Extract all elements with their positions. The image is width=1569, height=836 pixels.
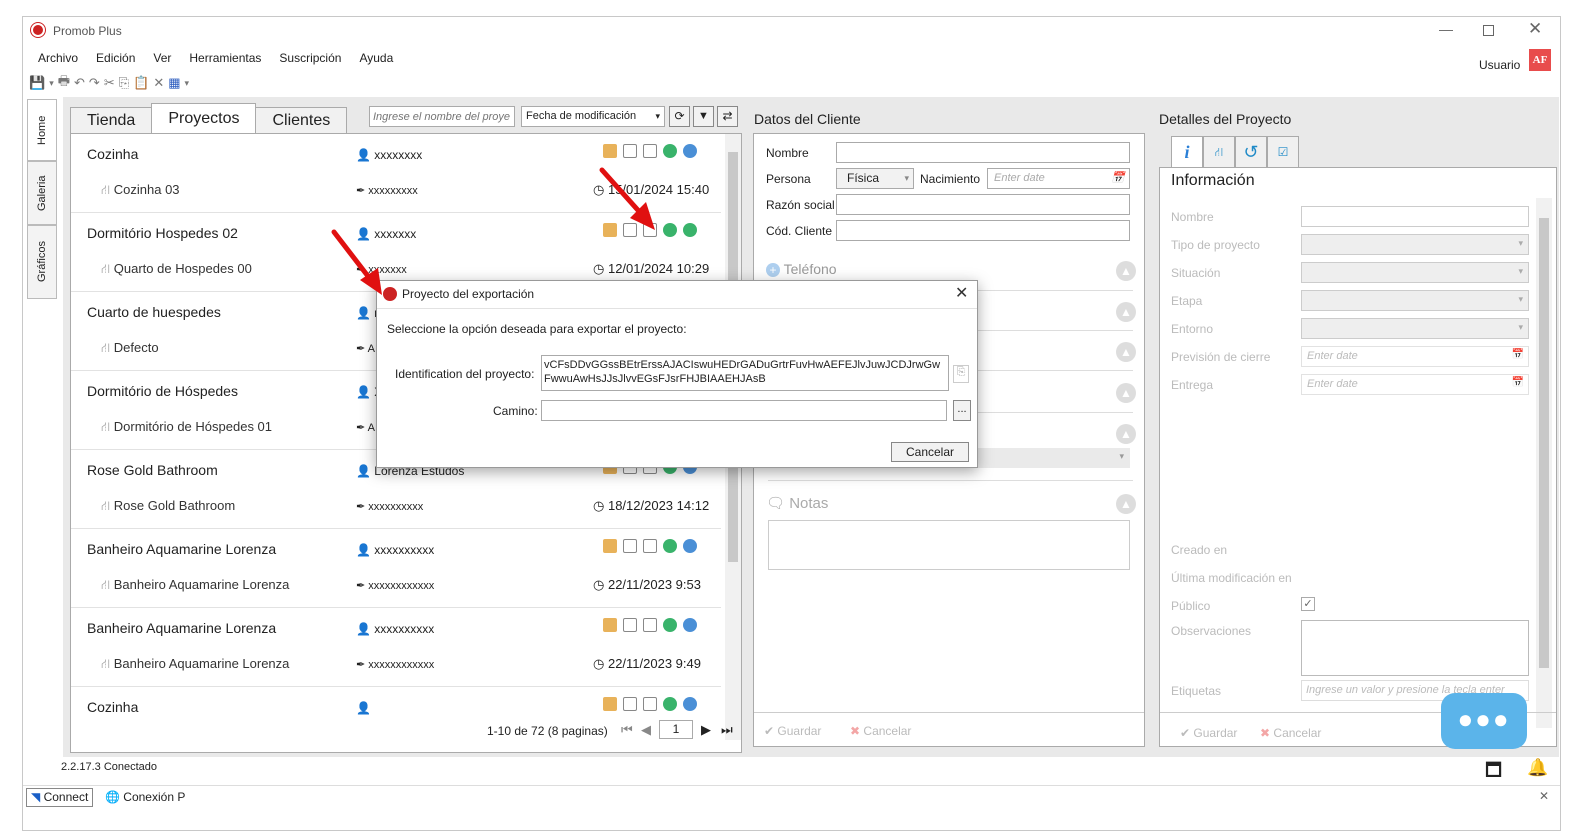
annotation-arrows (331, 167, 655, 295)
